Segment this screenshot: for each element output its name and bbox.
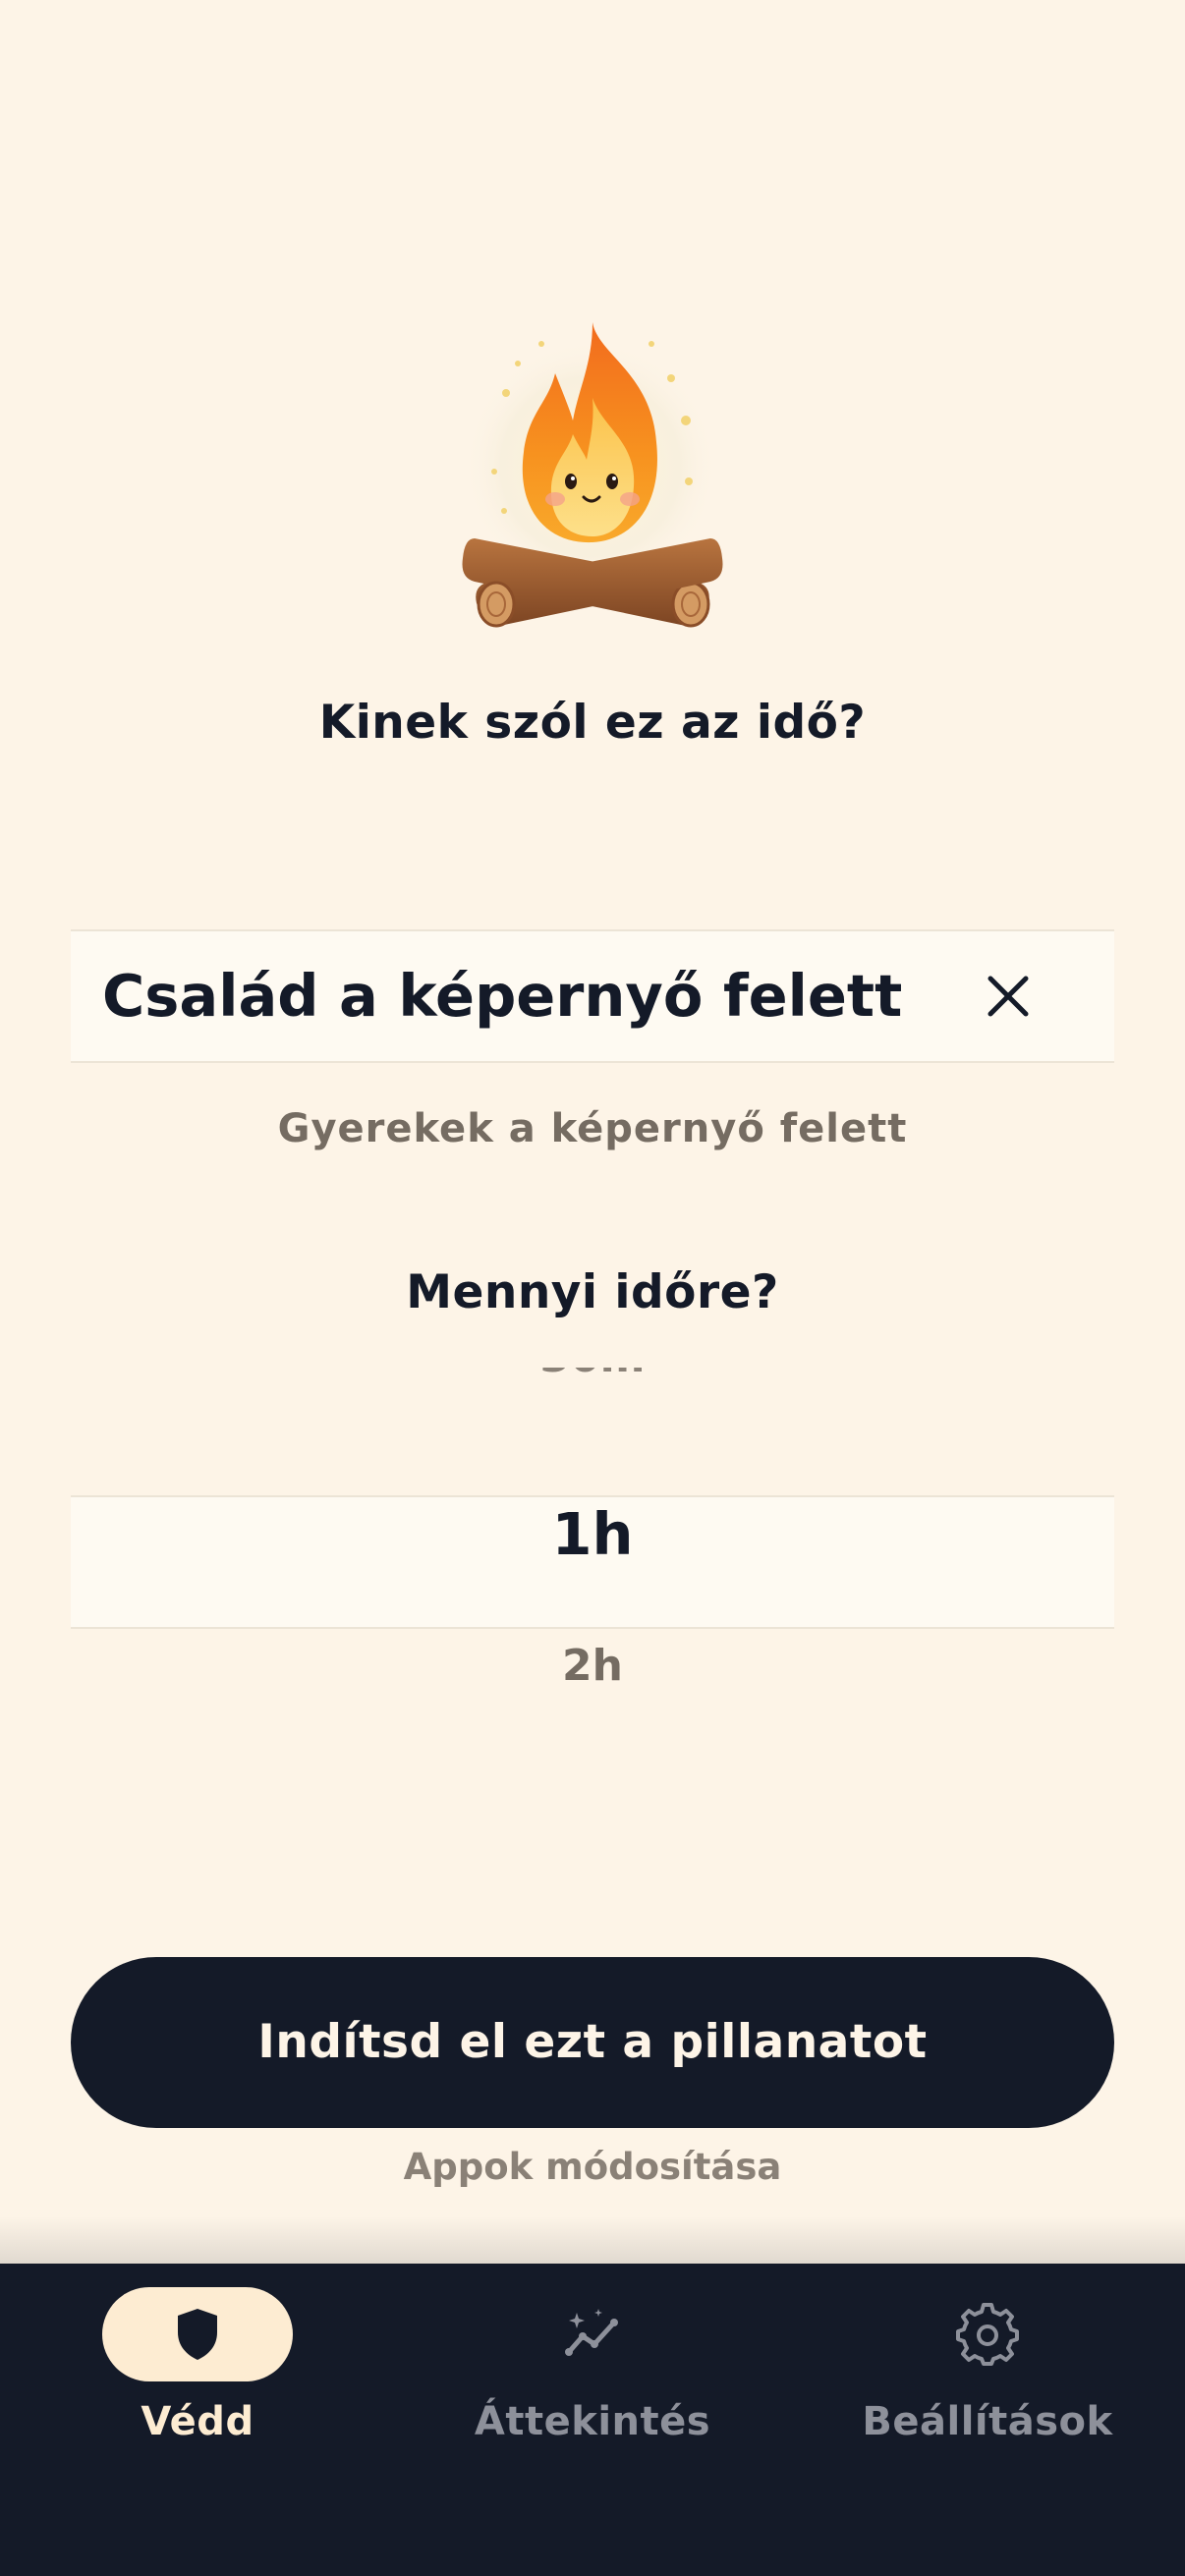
campfire-mascot-icon bbox=[462, 322, 723, 628]
start-moment-button[interactable]: Indítsd el ezt a pillanatot bbox=[71, 1957, 1114, 2128]
audience-question-title: Kinek szól ez az idő? bbox=[318, 696, 867, 750]
sparkle-chart-icon bbox=[565, 2309, 618, 2356]
bottom-tab-bar: Védd Áttekintés Beállítások bbox=[0, 2264, 1185, 2576]
audience-selected-row[interactable]: Család a képernyő felett bbox=[71, 929, 1114, 1063]
tab-protect-label: Védd bbox=[141, 2399, 254, 2444]
tab-overview-label: Áttekintés bbox=[474, 2399, 711, 2444]
duration-question-title: Mennyi időre? bbox=[406, 1265, 779, 1319]
audience-option-kids[interactable]: Gyerekek a képernyő felett bbox=[0, 1106, 1185, 1151]
duration-picker-prev-clip: 30m bbox=[71, 1368, 1114, 1407]
tabbar-shadow bbox=[0, 2216, 1185, 2264]
tab-overview[interactable]: Áttekintés bbox=[395, 2264, 790, 2460]
audience-selected-label: Család a képernyő felett bbox=[102, 962, 903, 1030]
tab-settings[interactable]: Beállítások bbox=[790, 2264, 1185, 2460]
tab-protect[interactable]: Védd bbox=[0, 2264, 395, 2460]
duration-option-next[interactable]: 2h bbox=[0, 1641, 1185, 1691]
duration-option-previous[interactable]: 30m bbox=[71, 1368, 1114, 1382]
duration-option-selected[interactable]: 1h bbox=[0, 1495, 1185, 1574]
gear-icon bbox=[956, 2303, 1019, 2366]
shield-icon bbox=[178, 2309, 217, 2360]
tab-settings-label: Beállítások bbox=[862, 2399, 1113, 2444]
close-icon[interactable] bbox=[979, 967, 1038, 1026]
modify-apps-link[interactable]: Appok módosítása bbox=[0, 2146, 1185, 2188]
